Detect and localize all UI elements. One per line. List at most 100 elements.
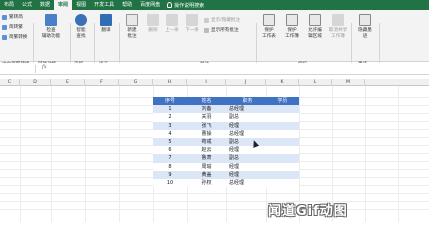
tab-view[interactable]: 视图	[72, 0, 90, 10]
table-cell[interactable]: 总经理	[226, 129, 266, 138]
table-row: 4 曹操 总经理	[153, 129, 299, 138]
convert-icon	[2, 34, 7, 40]
column-header[interactable]: M	[332, 79, 365, 86]
table-cell[interactable]: 8	[153, 162, 187, 171]
gridline	[0, 209, 429, 210]
table-row: 3 张飞 经理	[153, 121, 299, 130]
table-cell[interactable]: 6	[153, 146, 187, 155]
column-header[interactable]: I	[187, 79, 226, 86]
hide-ink-button[interactable]: 隐藏墨 迹	[354, 14, 376, 39]
tab-formulas[interactable]: 公式	[18, 0, 36, 10]
next-comment-button[interactable]: 下一条	[183, 14, 201, 34]
comments-icon	[204, 27, 209, 33]
table-cell[interactable]: 7	[153, 154, 187, 163]
header-cell[interactable]: 职务	[226, 97, 266, 106]
column-header[interactable]: G	[119, 79, 153, 86]
table-cell[interactable]	[266, 162, 299, 171]
table-cell[interactable]: 张飞	[187, 121, 226, 130]
allow-edit-ranges-button[interactable]: 允许编 辑区域	[304, 14, 326, 39]
edit-range-icon	[309, 14, 321, 26]
table-cell[interactable]	[266, 121, 299, 130]
table-cell[interactable]: 3	[153, 121, 187, 130]
check-accessibility-button[interactable]: 检查 辅助功能	[36, 14, 66, 39]
header-cell[interactable]: 姓名	[187, 97, 226, 106]
tab-baidu-netdisk[interactable]: 百度网盘	[136, 0, 164, 10]
tab-review[interactable]: 审阅	[54, 0, 73, 10]
header-cell[interactable]: 学历	[266, 97, 299, 106]
table-cell[interactable]: 周瑜	[187, 162, 226, 171]
column-header[interactable]: K	[266, 79, 299, 86]
fx-label[interactable]: fx	[42, 64, 47, 70]
table-cell[interactable]: 副总	[226, 137, 266, 147]
group-divider	[256, 23, 257, 67]
name-box[interactable]	[0, 65, 36, 73]
table-cell[interactable]: 关羽	[187, 113, 226, 122]
tab-help[interactable]: 帮助	[118, 0, 136, 10]
table-cell[interactable]: 10	[153, 178, 187, 188]
ribbon-panel: 繁转简 简转繁 简繁转换 中文简繁转换 检查 辅助功能 辅助功能 智能 查找 见…	[0, 10, 429, 67]
tell-me-label: 操作说明搜索	[174, 2, 205, 9]
delete-comment-button[interactable]: 删除	[145, 14, 161, 34]
table-cell[interactable]: 4	[153, 129, 187, 138]
table-cell[interactable]: 经理	[226, 121, 266, 130]
table-cell[interactable]: 黄盖	[187, 170, 226, 179]
table-cell[interactable]: 赵云	[187, 146, 226, 155]
new-comment-button[interactable]: 新建 批注	[122, 14, 142, 39]
group-divider	[94, 23, 95, 67]
column-header[interactable]: F	[85, 79, 119, 86]
column-header[interactable]: L	[299, 79, 332, 86]
table-cell[interactable]	[266, 170, 299, 179]
table-cell[interactable]: 5	[153, 137, 187, 147]
tab-developer[interactable]: 开发工具	[90, 0, 118, 10]
table-cell[interactable]: 刘备	[187, 105, 226, 114]
table-cell[interactable]: 9	[153, 170, 187, 179]
table-row: 2 关羽 副总	[153, 113, 299, 122]
table-cell[interactable]: 荀彧	[187, 137, 226, 147]
table-cell[interactable]: 鲁肃	[187, 154, 226, 163]
table-cell[interactable]: 副总	[226, 113, 266, 122]
table-row: 9 黄盖 经理	[153, 170, 299, 179]
protect-workbook-button[interactable]: 保护 工作簿	[281, 14, 303, 39]
table-cell[interactable]	[266, 154, 299, 163]
simp-trad-convert-button[interactable]: 简繁转换	[2, 34, 27, 40]
table-row: 6 赵云 经理	[153, 146, 299, 155]
table-cell[interactable]	[266, 178, 299, 188]
arrow-left-icon	[166, 14, 178, 26]
translate-icon	[100, 14, 112, 26]
column-header[interactable]: C	[0, 79, 20, 86]
table-cell[interactable]	[266, 113, 299, 122]
simp-to-trad-button[interactable]: 简转繁	[2, 24, 23, 30]
column-header[interactable]: J	[226, 79, 266, 86]
show-hide-comment-button[interactable]: 显示/隐藏批注	[204, 17, 240, 23]
table-cell[interactable]: 经理	[226, 170, 266, 179]
tab-layout[interactable]: 布局	[0, 0, 18, 10]
column-header[interactable]: E	[51, 79, 85, 86]
unshare-workbook-button[interactable]: 取消共享 工作簿	[327, 14, 349, 39]
table-cell[interactable]: 曹操	[187, 129, 226, 138]
column-header[interactable]: H	[153, 79, 187, 86]
table-cell[interactable]: 经理	[226, 146, 266, 155]
translate-button[interactable]: 翻译	[97, 14, 115, 34]
header-cell[interactable]: 序号	[153, 97, 187, 106]
table-cell[interactable]: 总经理	[226, 178, 266, 188]
smart-lookup-button[interactable]: 智能 查找	[72, 14, 90, 39]
table-cell[interactable]: 孙权	[187, 178, 226, 188]
table-cell[interactable]: 1	[153, 105, 187, 114]
table-cell[interactable]	[266, 137, 299, 147]
table-cell[interactable]	[266, 129, 299, 138]
trad-to-simp-button[interactable]: 繁转简	[2, 14, 23, 20]
table-cell[interactable]: 总经理	[226, 105, 266, 114]
group-divider	[379, 23, 380, 67]
table-cell[interactable]: 2	[153, 113, 187, 122]
table-cell[interactable]	[266, 146, 299, 155]
tell-me-search[interactable]: 操作说明搜索	[167, 2, 204, 9]
table-cell[interactable]: 副总	[226, 154, 266, 163]
previous-comment-button[interactable]: 上一条	[163, 14, 181, 34]
column-header[interactable]: D	[20, 79, 51, 86]
table-header-row: 序号 姓名 职务 学历	[153, 97, 299, 106]
show-all-comments-button[interactable]: 显示所有批注	[204, 27, 239, 33]
tab-data[interactable]: 数据	[36, 0, 54, 10]
table-cell[interactable]: 经理	[226, 162, 266, 171]
protect-sheet-button[interactable]: 保护 工作表	[258, 14, 280, 39]
table-cell[interactable]	[266, 105, 299, 114]
